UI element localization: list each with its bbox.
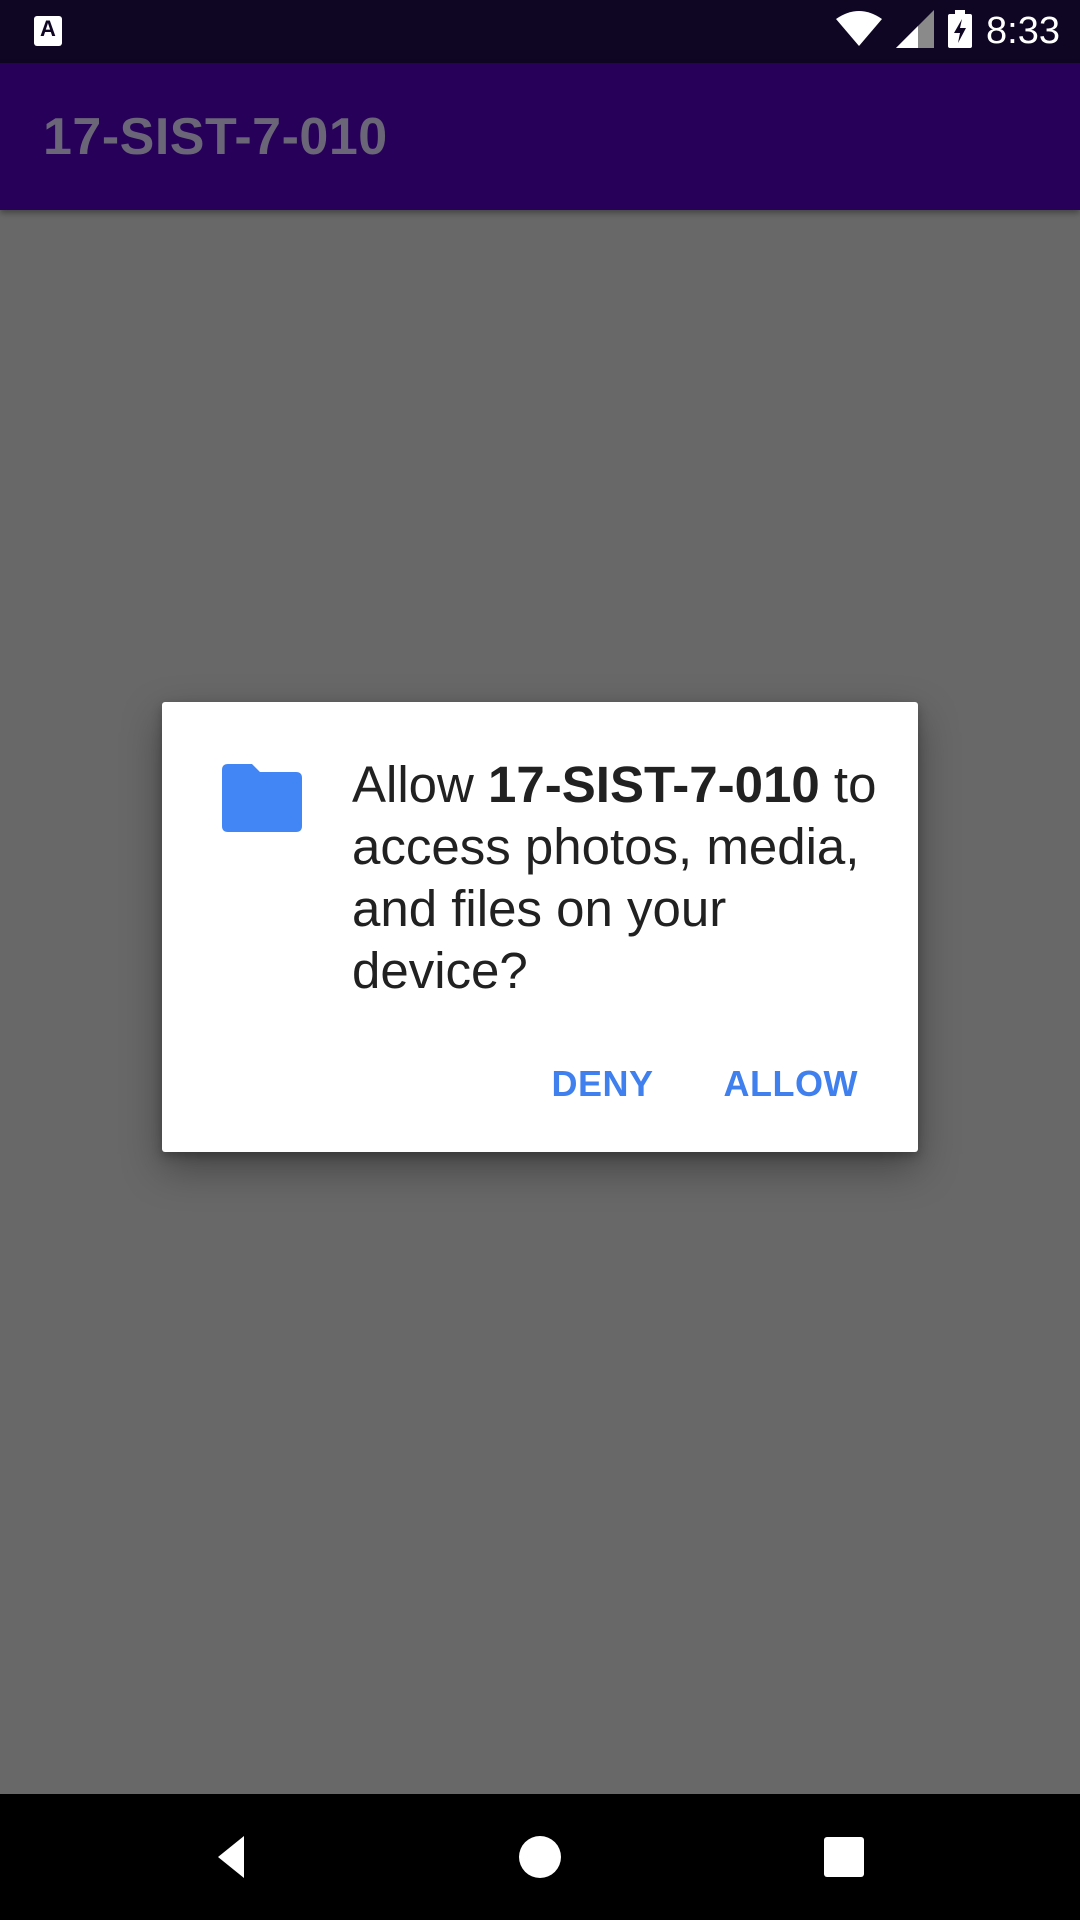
message-app-name: 17-SIST-7-010	[488, 756, 820, 813]
wifi-icon	[836, 11, 883, 52]
status-time: 8:33	[986, 10, 1060, 52]
folder-icon	[222, 764, 302, 832]
battery-charging-icon	[948, 10, 973, 53]
navigation-bar	[0, 1794, 1080, 1920]
dialog-message: Allow 17-SIST-7-010 to access photos, me…	[352, 754, 882, 1002]
recents-icon[interactable]	[811, 1824, 877, 1890]
status-bar: A 8:33	[0, 0, 1080, 63]
cell-signal-icon	[896, 10, 935, 53]
app-bar: 17-SIST-7-010	[0, 63, 1080, 210]
status-icons: 8:33	[836, 0, 1060, 63]
permission-dialog: Allow 17-SIST-7-010 to access photos, me…	[162, 702, 918, 1152]
notification-app-icon: A	[34, 16, 62, 46]
screen: A 8:33 17-SIST-7-010 Allow 17-SIST-7-010…	[0, 0, 1080, 1920]
app-title: 17-SIST-7-010	[43, 108, 388, 166]
back-icon[interactable]	[204, 1824, 270, 1890]
message-prefix: Allow	[352, 756, 489, 813]
home-icon[interactable]	[507, 1824, 573, 1890]
allow-button[interactable]: ALLOW	[714, 1055, 868, 1113]
deny-button[interactable]: DENY	[542, 1055, 664, 1113]
dialog-actions: DENY ALLOW	[542, 1054, 869, 1114]
